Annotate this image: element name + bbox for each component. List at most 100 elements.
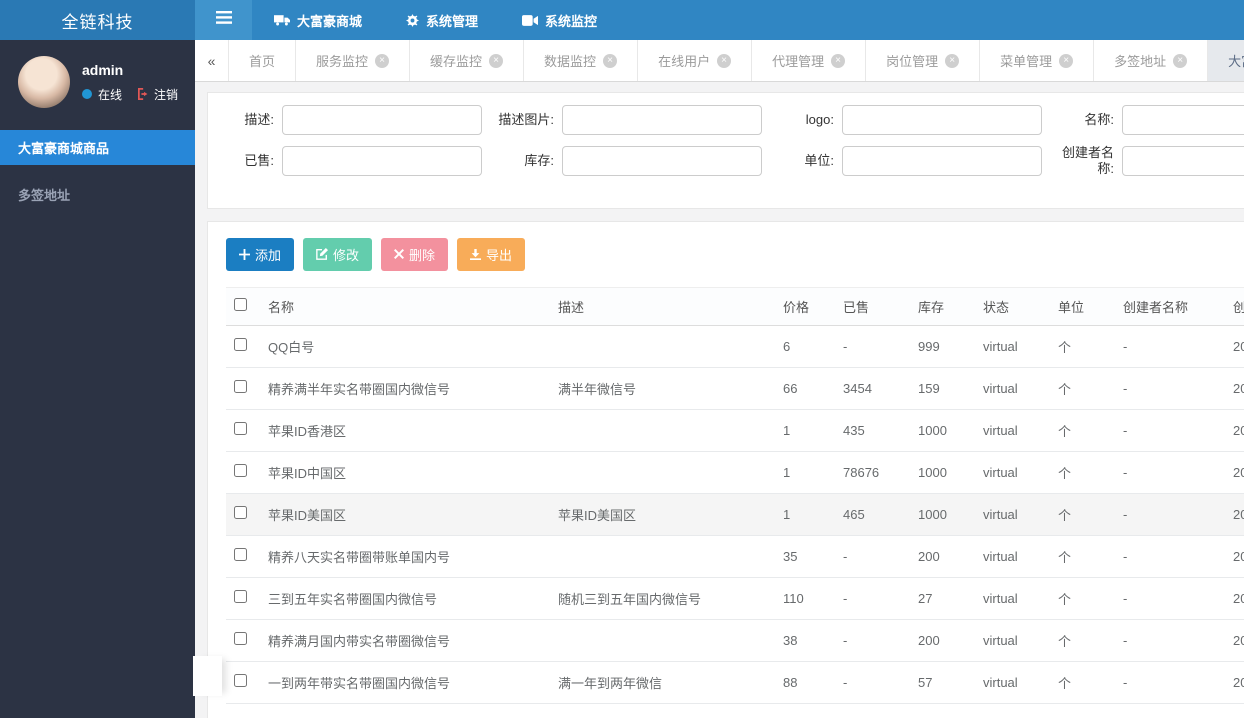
search-panel: 描述: 描述图片: logo: 名称: 已售: 库存: 单位: 创建者名称:: [207, 92, 1244, 209]
close-icon[interactable]: ×: [1173, 53, 1188, 68]
close-icon[interactable]: ×: [489, 53, 504, 68]
cell-name: 苹果ID美国区: [260, 493, 550, 536]
row-checkbox[interactable]: [234, 422, 247, 435]
row-checkbox[interactable]: [234, 380, 247, 393]
tab-0[interactable]: 首页: [229, 40, 297, 81]
tab-2[interactable]: 缓存监控 ×: [410, 40, 525, 81]
search-field-input[interactable]: [1122, 146, 1244, 177]
row-checkbox[interactable]: [234, 590, 247, 603]
column-header[interactable]: 名称: [260, 286, 550, 326]
table-row[interactable]: 精养满半年实名带圈国内微信号满半年微信号663454159virtual个-20: [226, 367, 1244, 410]
topnav-item-0[interactable]: 大富豪商城: [252, 0, 384, 40]
column-header[interactable]: 描述: [550, 286, 775, 326]
cell-stock: 200: [910, 535, 975, 578]
column-header[interactable]: 单位: [1050, 286, 1115, 326]
table-row[interactable]: 苹果ID美国区苹果ID美国区14651000virtual个-20: [226, 493, 1244, 536]
table-row[interactable]: QQ白号6-999virtual个-20: [226, 325, 1244, 368]
row-checkbox-cell: [226, 535, 260, 578]
delete-button[interactable]: 删除: [381, 237, 449, 271]
hamburger-icon: [215, 11, 232, 29]
column-header[interactable]: 创建时间: [1225, 286, 1244, 326]
tab-1[interactable]: 服务监控 ×: [296, 40, 411, 81]
tabs-collapse-button[interactable]: «: [195, 40, 229, 81]
tab-3[interactable]: 数据监控 ×: [524, 40, 639, 81]
truck-icon: [274, 14, 290, 26]
tab-5[interactable]: 代理管理 ×: [752, 40, 867, 81]
tab-7[interactable]: 菜单管理 ×: [980, 40, 1095, 81]
search-field-input[interactable]: [282, 105, 482, 135]
row-checkbox[interactable]: [234, 506, 247, 519]
tab-label: 大富豪商城商品: [1228, 54, 1244, 69]
search-field-input[interactable]: [842, 105, 1042, 135]
cell-status: virtual: [975, 409, 1050, 452]
search-field-input[interactable]: [842, 146, 1042, 177]
cell-unit: 个: [1050, 493, 1115, 536]
cell-price: 1: [775, 451, 835, 494]
cell-stock: 1000: [910, 493, 975, 536]
cell-sold: -: [835, 325, 910, 368]
table-row[interactable]: 苹果ID中国区 1786761000virtual个-20: [226, 451, 1244, 494]
column-header[interactable]: 创建者名称: [1115, 286, 1225, 326]
table-row[interactable]: 散信号随机两到三年国内微信100-46virtual个-20: [226, 703, 1244, 718]
column-header[interactable]: 已售: [835, 286, 910, 326]
table-row[interactable]: 精养八天实名带圈带账单国内号35-200virtual个-20: [226, 535, 1244, 578]
cell-desc: 随机两到三年国内微信: [550, 703, 775, 718]
close-icon[interactable]: ×: [945, 53, 960, 68]
search-field-input[interactable]: [562, 146, 762, 177]
close-icon[interactable]: ×: [831, 53, 846, 68]
logout-button[interactable]: 注销: [138, 86, 178, 103]
cell-price: 88: [775, 661, 835, 704]
search-field-7: 创建者名称:: [1054, 145, 1244, 178]
sidebar-item-mall-goods[interactable]: 大富豪商城商品: [0, 130, 195, 165]
cell-created: 20: [1225, 619, 1244, 662]
edit-button[interactable]: 修改: [303, 237, 373, 271]
search-field-5: 库存:: [494, 145, 774, 178]
table-row[interactable]: 一到两年带实名带圈国内微信号满一年到两年微信88-57virtual个-20: [226, 661, 1244, 704]
column-header[interactable]: 状态: [975, 286, 1050, 326]
topnav-item-1[interactable]: 系统管理: [384, 0, 500, 40]
row-checkbox[interactable]: [234, 674, 247, 687]
table-row[interactable]: 精养满月国内带实名带圈微信号38-200virtual个-20: [226, 619, 1244, 662]
close-icon[interactable]: ×: [717, 53, 732, 68]
search-field-input[interactable]: [562, 105, 762, 135]
row-checkbox[interactable]: [234, 548, 247, 561]
cell-stock: 46: [910, 703, 975, 718]
avatar[interactable]: [18, 56, 70, 108]
column-header[interactable]: 库存: [910, 286, 975, 326]
tab-8[interactable]: 多签地址 ×: [1094, 40, 1209, 81]
close-icon[interactable]: ×: [603, 53, 618, 68]
row-checkbox-cell: [226, 409, 260, 452]
cell-desc: 随机三到五年国内微信号: [550, 577, 775, 620]
sidebar-toggle-button[interactable]: [195, 0, 252, 40]
search-field-input[interactable]: [282, 146, 482, 177]
topnav-item-2[interactable]: 系统监控: [500, 0, 619, 40]
sidebar-item-multisig-address[interactable]: 多签地址: [0, 177, 195, 212]
cell-status: virtual: [975, 451, 1050, 494]
cell-desc: 苹果ID美国区: [550, 493, 775, 536]
export-button[interactable]: 导出: [457, 237, 526, 271]
row-checkbox[interactable]: [234, 464, 247, 477]
cell-sold: -: [835, 619, 910, 662]
table-panel: 添加 修改 删除 导出 名称 描述 价格 已售 库存 状态 单位 创建者名称 创…: [207, 220, 1244, 718]
cell-sold: 465: [835, 493, 910, 536]
edit-icon: [316, 248, 329, 260]
cell-creator: -: [1115, 451, 1225, 494]
tab-6[interactable]: 岗位管理 ×: [866, 40, 981, 81]
cell-creator: -: [1115, 619, 1225, 662]
row-checkbox[interactable]: [234, 338, 247, 351]
table-row[interactable]: 三到五年实名带圈国内微信号 随机三到五年国内微信号 110-27 virtual 个 -2…: [226, 577, 1244, 620]
search-field-input[interactable]: [1122, 105, 1244, 135]
cell-name: 精养满半年实名带圈国内微信号: [260, 367, 550, 410]
search-field-label: logo:: [805, 111, 834, 127]
tab-9[interactable]: 大富豪商城商品×: [1208, 40, 1244, 81]
add-button[interactable]: 添加: [226, 237, 295, 271]
table-row[interactable]: 苹果ID香港区 14351000virtual个-20: [226, 409, 1244, 452]
tab-4[interactable]: 在线用户 ×: [638, 40, 753, 81]
close-icon[interactable]: ×: [1059, 53, 1074, 68]
column-header[interactable]: 价格: [775, 286, 835, 326]
cell-creator: -: [1115, 577, 1225, 620]
close-icon[interactable]: ×: [375, 53, 390, 68]
cell-status: virtual: [975, 703, 1050, 718]
select-all-checkbox[interactable]: [234, 298, 247, 311]
row-checkbox[interactable]: [234, 632, 247, 645]
